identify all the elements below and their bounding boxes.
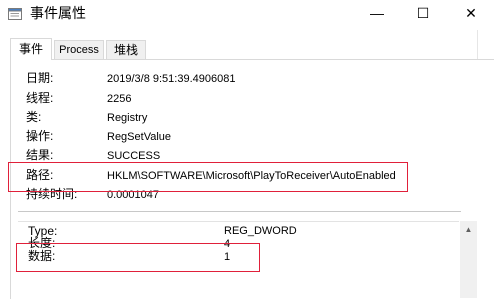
tab-stack[interactable]: 堆栈 bbox=[106, 40, 146, 59]
tab-event[interactable]: 事件 bbox=[10, 38, 52, 60]
class-value: Registry bbox=[107, 112, 148, 124]
duration-label: 持续时间: bbox=[26, 187, 78, 201]
window-title: 事件属性 bbox=[30, 5, 86, 21]
result-value: SUCCESS bbox=[107, 150, 161, 162]
date-value: 2019/3/8 9:51:39.4906081 bbox=[107, 73, 236, 85]
title-bar[interactable]: 事件属性 — ☐ ✕ bbox=[0, 0, 494, 30]
minimize-icon: — bbox=[370, 5, 384, 21]
duration-value: 0.0001047 bbox=[107, 189, 159, 201]
maximize-icon: ☐ bbox=[416, 4, 430, 21]
tab-process[interactable]: Process bbox=[54, 40, 104, 59]
detail-value-length: 4 bbox=[224, 238, 231, 250]
path-value: HKLM\SOFTWARE\Microsoft\PlayToReceiver\A… bbox=[107, 170, 396, 182]
detail-label-data: 数据: bbox=[28, 249, 56, 263]
chevron-up-icon[interactable]: ▲ bbox=[460, 225, 477, 235]
operation-value: RegSetValue bbox=[107, 131, 172, 143]
path-label: 路径: bbox=[26, 168, 54, 182]
thread-value: 2256 bbox=[107, 93, 132, 105]
operation-label: 操作: bbox=[26, 129, 54, 143]
maximize-button[interactable]: ☐ bbox=[400, 0, 446, 26]
close-button[interactable]: ✕ bbox=[448, 0, 494, 26]
thread-label: 线程: bbox=[26, 91, 54, 105]
section-divider bbox=[18, 211, 461, 212]
close-icon: ✕ bbox=[465, 4, 477, 21]
detail-value-type: REG_DWORD bbox=[224, 225, 297, 237]
document-icon bbox=[8, 8, 22, 20]
details-scrollbar[interactable]: ▲ bbox=[460, 221, 477, 298]
class-label: 类: bbox=[26, 110, 42, 124]
date-label: 日期: bbox=[26, 71, 54, 85]
minimize-button[interactable]: — bbox=[354, 0, 400, 26]
detail-value-data: 1 bbox=[224, 251, 231, 263]
result-label: 结果: bbox=[26, 148, 54, 162]
